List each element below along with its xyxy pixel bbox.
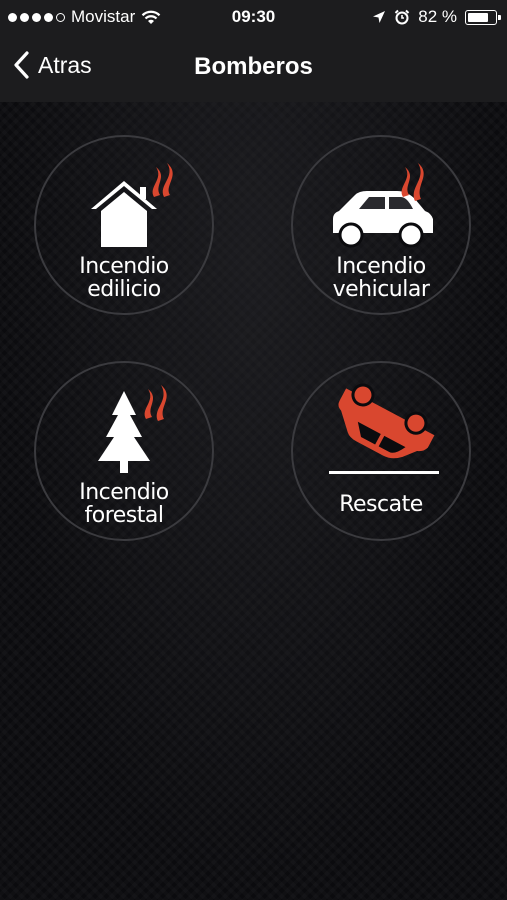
battery-percent: 82 %	[418, 7, 457, 26]
emergency-type-grid: Incendio edilicio Incendio vehicular Incen…	[0, 102, 507, 900]
battery-icon	[465, 9, 501, 25]
page-title: Bomberos	[194, 53, 313, 80]
alarm-icon	[395, 9, 410, 25]
overturned-car-icon	[329, 383, 439, 474]
tile-label: Incendio forestal	[79, 480, 169, 528]
tile-rescate[interactable]: Rescate	[291, 361, 471, 541]
status-right: 82 %	[372, 7, 501, 27]
tile-label: Incendio vehicular	[332, 254, 430, 302]
house-fire-icon	[91, 163, 173, 247]
tree-fire-icon	[98, 385, 167, 473]
tile-incendio-forestal[interactable]: Incendio forestal	[34, 361, 214, 541]
car-fire-icon	[333, 163, 433, 248]
navigation-bar: Atras Bomberos	[0, 34, 507, 102]
tile-incendio-vehicular[interactable]: Incendio vehicular	[291, 135, 471, 315]
status-bar: Movistar 09:30 82 %	[0, 0, 507, 34]
tile-incendio-edilicio[interactable]: Incendio edilicio	[34, 135, 214, 315]
tile-label: Incendio edilicio	[79, 254, 169, 302]
tile-label: Rescate	[339, 492, 423, 517]
location-arrow-icon	[373, 11, 386, 23]
